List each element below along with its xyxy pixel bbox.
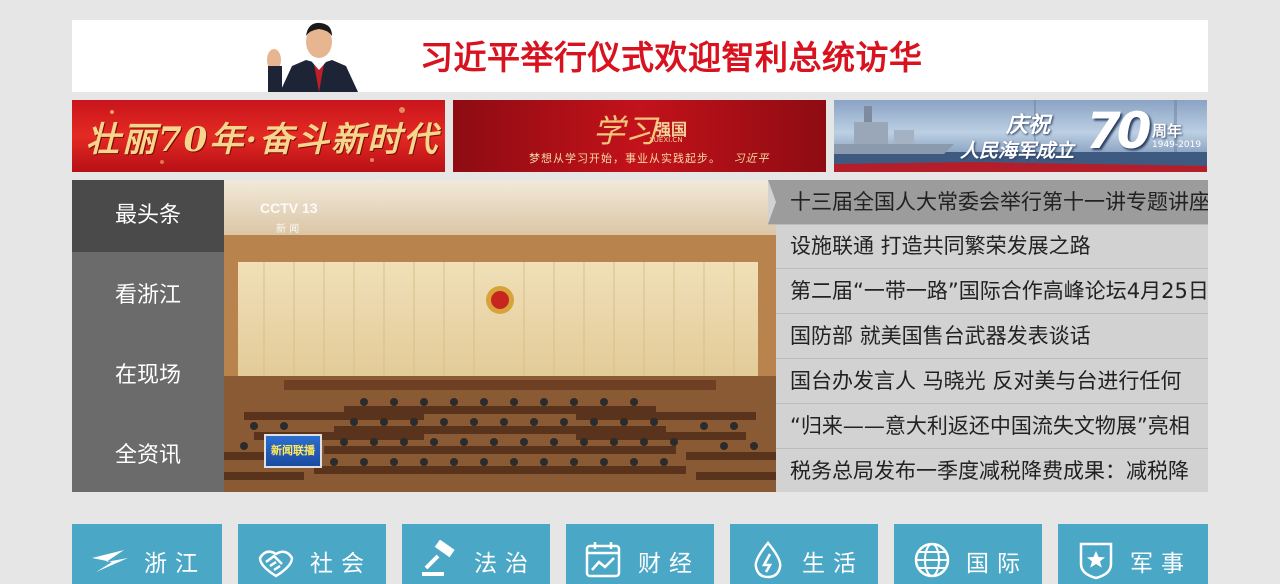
water-drop-icon [754,541,782,579]
tile-law[interactable]: 法治 [402,524,550,584]
category-item-zhejiang[interactable]: 看浙江 [72,260,224,332]
promo-2-slogan-text: 梦想从学习开始，事业从实践起步。 [529,152,721,165]
promo-3-suffix: 周年 [1152,122,1183,140]
tile-label: 国际 [966,551,1028,577]
category-item-all-news[interactable]: 全资讯 [72,420,224,492]
handshake-icon [258,550,294,578]
headline-item-text: 设施联通 打造共同繁荣发展之路 [790,234,1091,258]
promo-banner-70-years[interactable]: 壮丽70年·奋斗新时代 [72,100,445,172]
tile-label: 浙江 [144,551,206,577]
channel-logo: CCTV 13 [260,200,318,216]
program-logo-bug: 新闻联播 [264,434,322,468]
category-menu: 最头条 看浙江 在现场 全资讯 [72,180,224,492]
headline-text: 习近平举行仪式欢迎智利总统访华 [420,38,923,77]
chart-calendar-icon [585,542,621,578]
tile-life[interactable]: 生活 [730,524,878,584]
promo-banner-navy[interactable]: 庆祝 人民海军成立 70 周年 1949-2019 [834,100,1207,172]
promo-banner-xuexi[interactable]: 学习 强国 XUEXI.CN 梦想从学习开始，事业从实践起步。 习近平 [453,100,826,172]
tile-label: 社会 [310,551,372,577]
tile-international[interactable]: 国际 [894,524,1042,584]
headline-item-text: 国台办发言人 马晓光 反对美与台进行任何 [790,369,1182,393]
video-player[interactable]: CCTV 13 新 闻 新闻联播 [224,180,776,492]
category-item-top-news[interactable]: 最头条 [72,180,224,252]
promo-3-line1: 庆祝 [1006,113,1051,138]
headline-list: 十三届全国人大常委会举行第十一讲专题讲座 设施联通 打造共同繁荣发展之路 第二届… [768,180,1208,494]
headline-item[interactable]: 国防部 就美国售台武器发表谈话 [776,314,1208,359]
headline-item-text: 国防部 就美国售台武器发表谈话 [790,324,1091,348]
tile-finance[interactable]: 财经 [566,524,714,584]
headline-item-text: 第二届“一带一路”国际合作高峰论坛4月25日 [790,279,1208,303]
top-headline-banner[interactable]: 习近平举行仪式欢迎智利总统访华 [72,20,1208,92]
category-item-on-site[interactable]: 在现场 [72,340,224,412]
headline-item[interactable]: 十三届全国人大常委会举行第十一讲专题讲座 [768,180,1208,225]
promo-3-years: 1949-2019 [1152,140,1202,150]
headline-item-text: 十三届全国人大常委会举行第十一讲专题讲座 [790,190,1208,214]
headline-item[interactable]: 税务总局发布一季度减税降费成果：减税降 [776,449,1208,494]
headline-item[interactable]: 第二届“一带一路”国际合作高峰论坛4月25日 [776,269,1208,314]
leader-portrait-image [262,20,372,92]
promo-3-line2: 人民海军成立 [960,140,1075,162]
headline-item[interactable]: 国台办发言人 马晓光 反对美与台进行任何 [776,359,1208,404]
active-indicator-notch [768,180,776,224]
tile-label: 生活 [802,551,864,577]
promo-2-domain: XUEXI.CN [649,136,683,144]
tile-label: 军事 [1130,551,1192,577]
tile-label: 法治 [474,551,536,577]
promo-2-signature: 习近平 [733,152,770,165]
zhejiang-logo-icon [92,550,128,572]
tile-zhejiang[interactable]: 浙江 [72,524,222,584]
promo-2-slogan: 梦想从学习开始，事业从实践起步。 习近平 [529,150,770,166]
tile-society[interactable]: 社会 [238,524,386,584]
channel-sub-label: 新 闻 [276,224,300,235]
promo-1-text: 壮丽70年·奋斗新时代 [86,120,440,160]
headline-item[interactable]: “归来——意大利返还中国流失文物展”亮相 [776,404,1208,449]
headline-item-text: 税务总局发布一季度减税降费成果：减税降 [790,459,1189,483]
promo-2-title: 学习 [593,112,658,150]
gavel-icon [422,540,455,576]
promo-3-big-number: 70 [1086,102,1152,160]
headline-item-text: “归来——意大利返还中国流失文物展”亮相 [790,414,1190,438]
headline-item[interactable]: 设施联通 打造共同繁荣发展之路 [776,224,1208,269]
tile-military[interactable]: 军事 [1058,524,1208,584]
tile-label: 财经 [638,551,700,577]
globe-icon [914,542,950,578]
star-shield-icon [1079,542,1113,580]
